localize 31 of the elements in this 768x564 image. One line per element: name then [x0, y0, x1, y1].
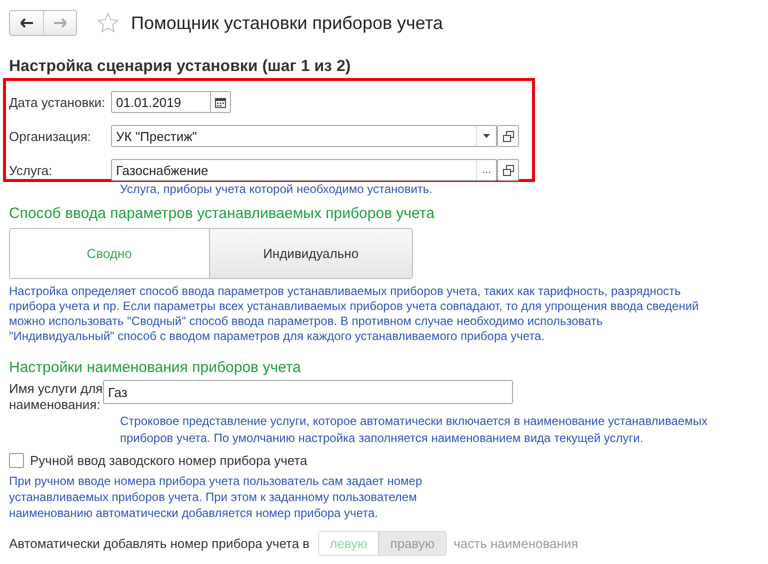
star-icon[interactable] [97, 12, 119, 34]
open-window-icon [502, 164, 514, 176]
mode-toggle-option[interactable]: Индивидуально [208, 229, 412, 278]
service-name-hint: Строковое представление услуги, которое автоматически включается в наименование устанавливаемых приборов учета. По умолчанию настройка заполняется наименованием вида текущей услуги. [120, 413, 708, 447]
field-label: Дата установки: [9, 94, 106, 110]
caret-icon [483, 134, 490, 138]
field-label: Услуга: [9, 162, 54, 178]
position-suffix: часть наименования [454, 536, 578, 551]
field-label: Имя услуги для наименования: [9, 380, 103, 413]
window-title: Помощник установки приборов учета [131, 12, 443, 34]
field-label: Организация: [9, 128, 92, 144]
date-field[interactable]: 01.01.2019 [111, 91, 231, 113]
section-heading: Способ ввода параметров устанавливаемых приборов учета [9, 204, 436, 224]
manual-hint: При ручном вводе номера прибора учета пользователь сам задает номер устанавливаемых приборов учета. При этом к заданному пользователем наименованию автоматически добавляется номер прибора учета. [9, 473, 424, 521]
organization-field[interactable]: УК "Престиж" [111, 125, 497, 147]
right-arrow-icon [53, 18, 67, 28]
calendar-icon [215, 96, 226, 108]
checkbox-label: Ручной ввод заводского номер прибора учета [30, 453, 308, 468]
open-button[interactable] [497, 125, 519, 147]
description-text: Настройка определяет способ ввода параметров устанавливаемых приборов учета, таких как тарифность, разрядность прибора учета и пр. Если параметры всех устанавливаемых приборов учета совпадают, то для упрощения ввода сведений можно использовать "Сводный" способ ввода параметров. В противном случае необходимо использовать "Индивидуальный" способ с вводом параметров для каждого устанавливаемого прибора учета. [9, 284, 700, 344]
choose-button[interactable]: ... [476, 160, 496, 180]
section-heading: Настройки наименования приборов учета [9, 358, 302, 378]
left-arrow-icon [20, 18, 34, 28]
service-name-field[interactable]: Газ [103, 380, 513, 404]
checkbox[interactable] [9, 453, 24, 468]
open-window-icon [502, 130, 514, 142]
service-field[interactable]: Газоснабжение ... [111, 159, 497, 181]
position-label: Автоматически добавлять номер прибора учета в [9, 536, 310, 551]
open-button[interactable] [497, 159, 519, 181]
step-heading: Настройка сценария установки (шаг 1 из 2) [9, 58, 352, 76]
service-hint: Услуга, приборы учета которой необходимо установить. [120, 182, 434, 197]
